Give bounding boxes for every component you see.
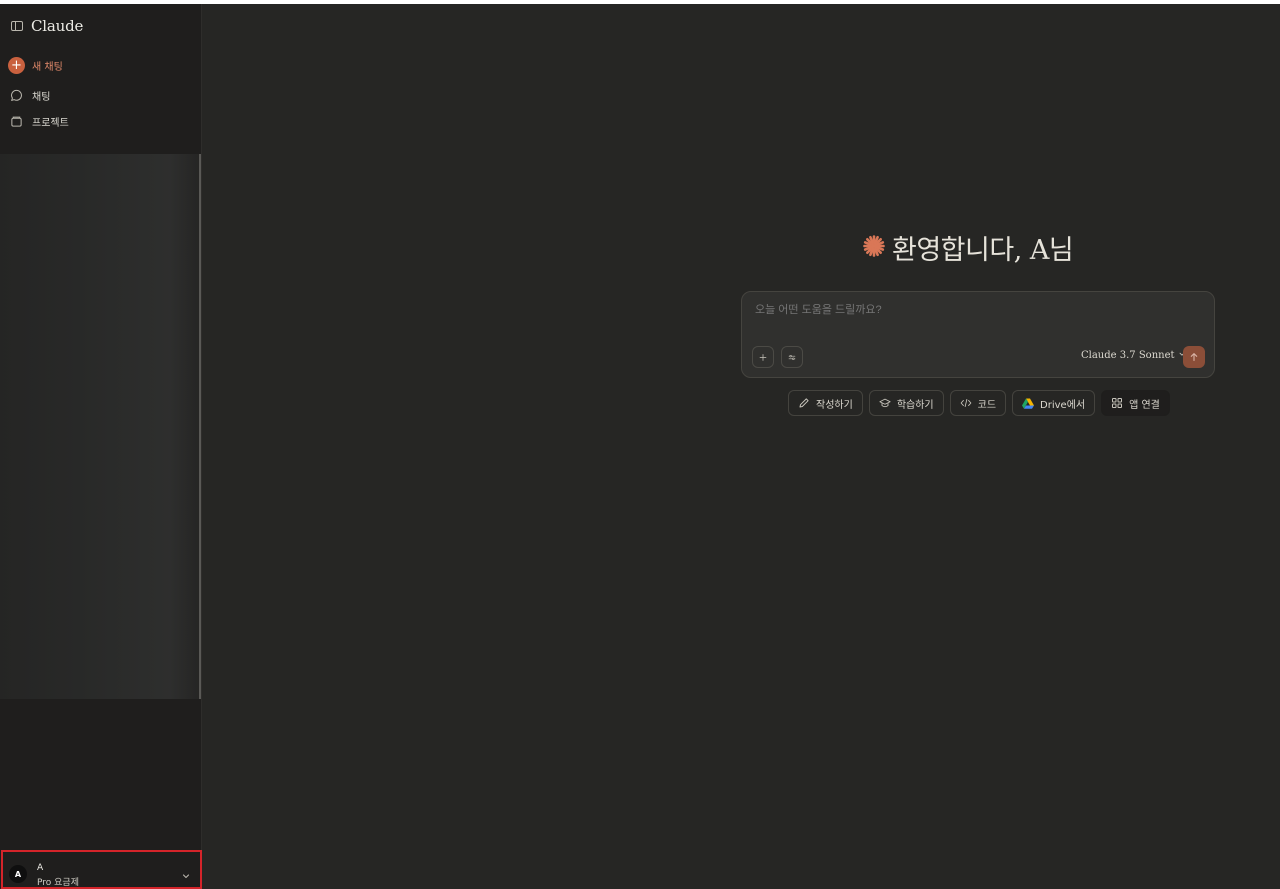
chip-label: 작성하기 bbox=[816, 399, 853, 411]
new-chat-label: 새 채팅 bbox=[32, 61, 63, 73]
sidebar: Claude + 새 채팅 채팅 프로젝트 A A Pro 요금제 bbox=[0, 4, 202, 889]
chip-drive[interactable]: Drive에서 bbox=[1012, 390, 1096, 416]
arrow-up-icon bbox=[1190, 353, 1198, 362]
pencil-icon bbox=[798, 397, 810, 409]
graduation-cap-icon bbox=[879, 397, 891, 409]
chat-composer[interactable]: Claude 3.7 Sonnet bbox=[741, 291, 1215, 378]
sliders-icon bbox=[788, 354, 796, 360]
claude-spark-icon bbox=[862, 234, 886, 262]
suggestion-chips: 작성하기 학습하기 코드 Drive에서 앱 연결 bbox=[788, 390, 1170, 416]
tools-button[interactable] bbox=[781, 346, 803, 368]
sidebar-item-projects[interactable]: 프로젝트 bbox=[8, 110, 69, 132]
brand-header: Claude bbox=[11, 14, 83, 38]
chat-bubble-icon bbox=[8, 87, 25, 104]
model-selector[interactable]: Claude 3.7 Sonnet bbox=[1081, 350, 1186, 361]
sidebar-scrollbar[interactable] bbox=[199, 154, 201, 699]
apps-grid-icon bbox=[1111, 397, 1123, 409]
app-name: Claude bbox=[31, 17, 84, 35]
chip-label: 앱 연결 bbox=[1129, 399, 1160, 411]
chip-connect-apps[interactable]: 앱 연결 bbox=[1101, 390, 1170, 416]
sidebar-item-chats[interactable]: 채팅 bbox=[8, 84, 50, 106]
sidebar-item-label: 채팅 bbox=[32, 91, 51, 103]
google-drive-icon bbox=[1022, 397, 1035, 409]
chip-label: 학습하기 bbox=[896, 399, 934, 411]
plus-icon: + bbox=[8, 56, 25, 74]
message-input[interactable] bbox=[753, 303, 1197, 317]
plus-icon bbox=[759, 353, 767, 361]
user-name: A bbox=[37, 863, 44, 873]
user-plan: Pro 요금제 bbox=[37, 878, 79, 888]
greeting: 환영합니다, A님 bbox=[862, 228, 1074, 267]
send-button[interactable] bbox=[1183, 346, 1205, 368]
sidebar-toggle-icon[interactable] bbox=[11, 21, 23, 31]
sidebar-item-label: 프로젝트 bbox=[32, 117, 69, 129]
code-icon bbox=[960, 397, 972, 409]
chip-label: Drive에서 bbox=[1040, 399, 1086, 411]
main-content: 환영합니다, A님 Claude 3.7 Sonnet bbox=[202, 4, 1280, 888]
chip-learn[interactable]: 학습하기 bbox=[868, 390, 944, 416]
greeting-text: 환영합니다, A님 bbox=[892, 235, 1074, 266]
chip-label: 코드 bbox=[977, 399, 997, 411]
chip-code[interactable]: 코드 bbox=[949, 390, 1007, 416]
avatar: A bbox=[9, 865, 27, 883]
new-chat-button[interactable]: + 새 채팅 bbox=[8, 54, 63, 76]
sidebar-recents-area bbox=[0, 154, 200, 699]
chevron-down-icon bbox=[181, 866, 191, 879]
model-name: Claude 3.7 Sonnet bbox=[1081, 350, 1175, 361]
folder-icon bbox=[8, 113, 25, 130]
user-menu-button[interactable]: A A Pro 요금제 bbox=[1, 850, 202, 889]
chip-write[interactable]: 작성하기 bbox=[788, 390, 863, 416]
attach-button[interactable] bbox=[752, 346, 774, 368]
